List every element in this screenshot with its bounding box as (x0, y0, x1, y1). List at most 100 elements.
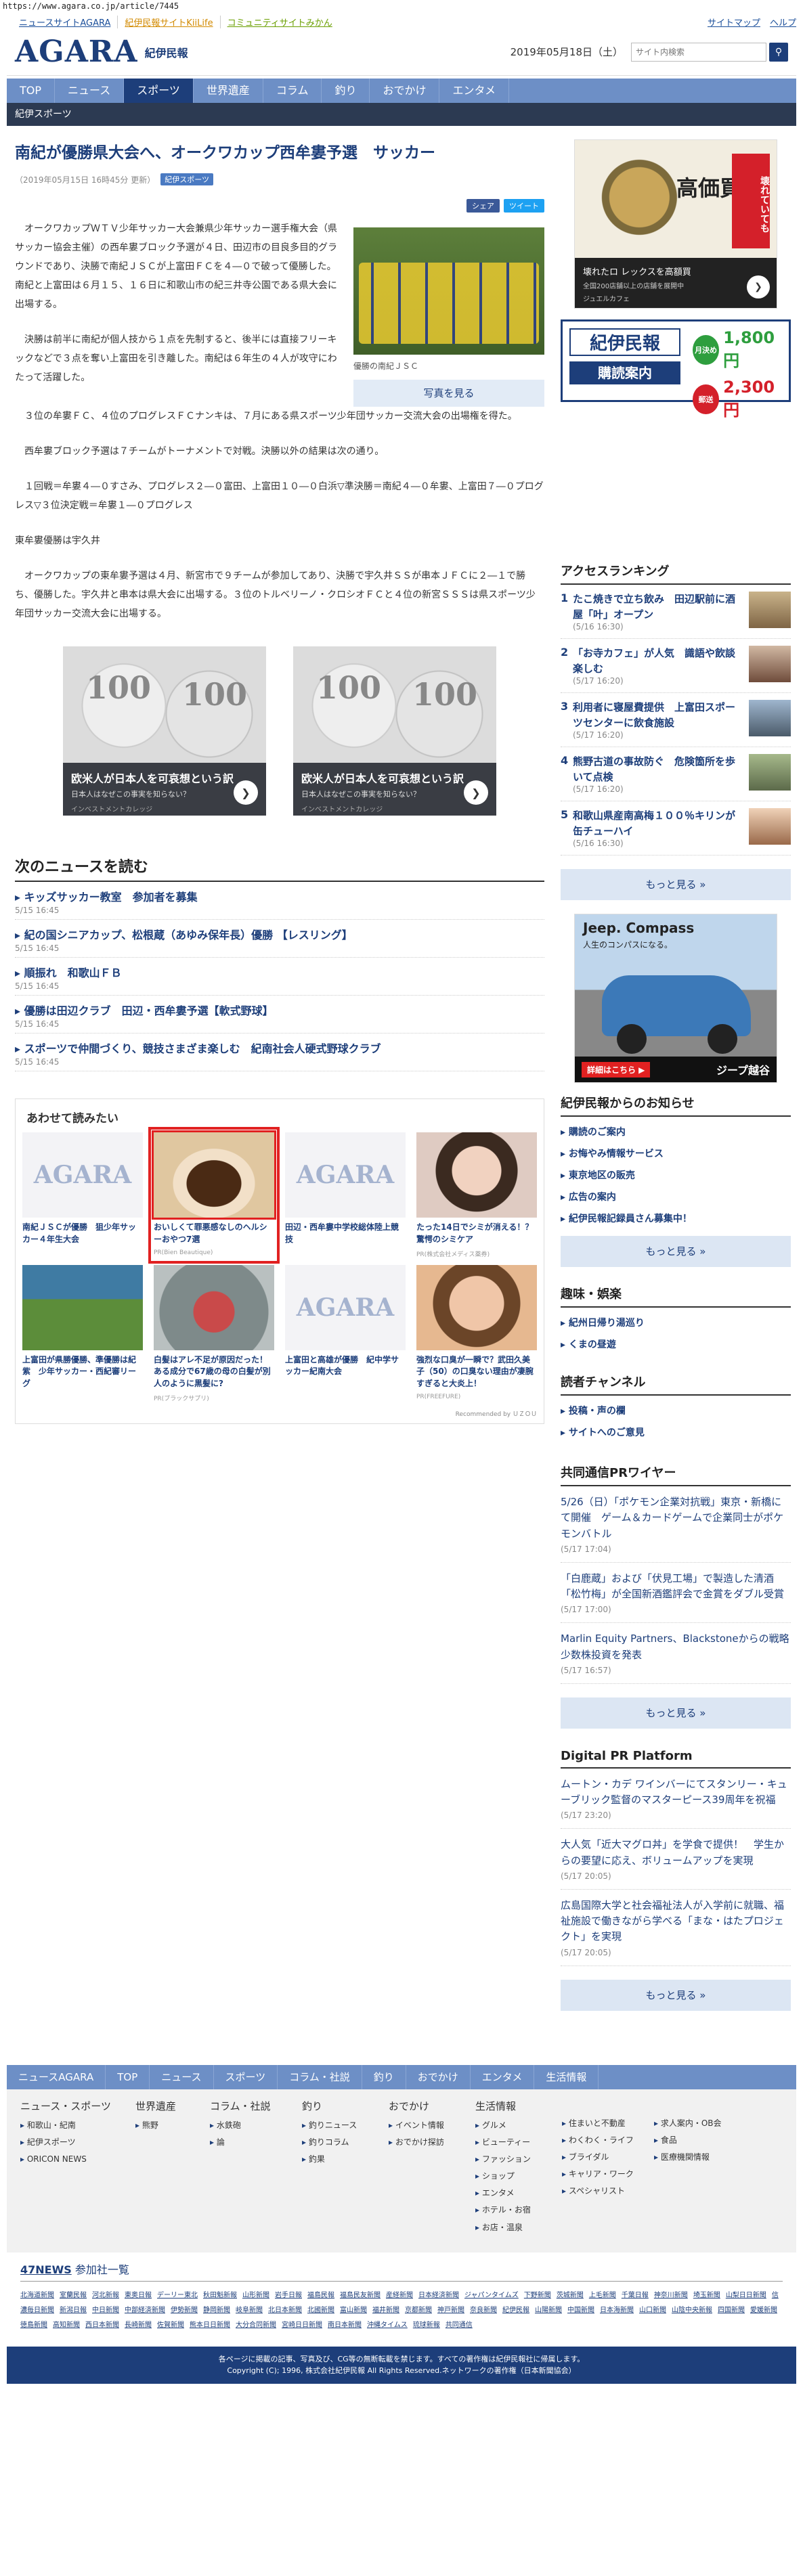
footer-link[interactable]: 論 (210, 2134, 302, 2151)
reader-link[interactable]: 投稿・声の欄 (561, 1400, 791, 1421)
paper-link[interactable]: 中部経済新聞 (125, 2307, 165, 2314)
footer-link[interactable]: キャリア・ワーク (562, 2166, 654, 2183)
footer-nav-item[interactable]: コラム・社説 (278, 2064, 362, 2089)
footer-link[interactable]: ショップ (475, 2168, 562, 2185)
notice-link[interactable]: 広告の案内 (561, 1186, 791, 1207)
paper-link[interactable]: 中日新聞 (92, 2307, 119, 2314)
footer-link[interactable]: グルメ (475, 2117, 562, 2134)
paper-link[interactable]: 山口新聞 (639, 2307, 666, 2314)
list-item[interactable]: 5/26（日）「ポケモン企業対抗戦」東京・新橋にて開催 ゲーム＆カードゲームで企… (561, 1486, 791, 1563)
list-item[interactable]: 優勝は田辺クラブ 田辺・西牟婁予選【軟式野球】5/15 16:45 (15, 996, 544, 1034)
footer-link[interactable]: 熊野 (135, 2117, 210, 2134)
list-item[interactable]: 大人気「近大マグロ丼」を学食で提供！ 学生からの要望に応え、ボリュームアップを実… (561, 1829, 791, 1890)
coin-ad[interactable]: 100 100 欧米人が日本人を可哀想という訳 日本人はなぜこの事実を知らない？… (293, 646, 496, 816)
list-item[interactable]: 広島国際大学と社会福祉法人が入学前に就職、福祉施設で働きながら学べる「まな・はた… (561, 1890, 791, 1966)
paper-link[interactable]: 北海道新聞 (20, 2292, 54, 2299)
nav-news[interactable]: ニュース (55, 79, 125, 103)
footer-nav-item[interactable]: 釣り (362, 2064, 406, 2089)
list-item[interactable]: Marlin Equity Partners、Blackstoneからの戦略少数… (561, 1623, 791, 1684)
footer-link[interactable]: 水鉄砲 (210, 2117, 302, 2134)
footer-link[interactable]: 和歌山・紀南 (20, 2117, 135, 2134)
paper-link[interactable]: 富山新聞 (340, 2307, 367, 2314)
paper-link[interactable]: 四国新聞 (718, 2307, 745, 2314)
jewel-cafe-ad[interactable]: 高価買取 壊れていても 壊れたロ レックスを高額買 全国200店舗以上の店舗を展… (574, 139, 777, 309)
nav-column[interactable]: コラム (263, 79, 322, 103)
paper-link[interactable]: 神奈川新聞 (654, 2292, 688, 2299)
jeep-ad[interactable]: Jeep. Compass 人生のコンパスになる。 詳細はこちら ▶ ジープ越谷 (574, 914, 777, 1083)
team-photo[interactable] (353, 227, 544, 355)
paper-link[interactable]: 高知新聞 (53, 2322, 80, 2329)
hobby-link[interactable]: くまの昼遊 (561, 1333, 791, 1355)
recommend-card-highlighted[interactable]: おいしくて罪悪感なしのヘルシーおやつ7選 PR(Bien Beautique) (148, 1127, 280, 1264)
paper-link[interactable]: 紀伊民報 (502, 2307, 529, 2314)
footer-link[interactable]: 食品 (654, 2132, 742, 2149)
paper-link[interactable]: 徳島新聞 (20, 2322, 47, 2329)
footer-link[interactable]: ホテル・お宿 (475, 2202, 562, 2219)
paper-link[interactable]: 大分合同新聞 (236, 2322, 276, 2329)
paper-link[interactable]: 静岡新聞 (203, 2307, 230, 2314)
subscription-ad[interactable]: 紀伊民報 購読案内 月決め 1,800円 郵送 2,300円 (561, 319, 791, 420)
paper-link[interactable]: 佐賀新聞 (157, 2322, 184, 2329)
nav-sports[interactable]: スポーツ (124, 79, 194, 103)
footer-link[interactable]: ファッション (475, 2151, 562, 2168)
digital-more-button[interactable]: もっと見る » (561, 1979, 791, 2011)
ranking-item[interactable]: 3 利用者に寝屋費提供 上富田スポーツセンターに飲食施設 (5/17 16:20) (561, 693, 791, 747)
kyodo-more-button[interactable]: もっと見る » (561, 1697, 791, 1729)
nav-outing[interactable]: おでかけ (370, 79, 440, 103)
footer-link[interactable]: 求人案内・OB会 (654, 2115, 742, 2132)
help-link[interactable]: ヘルプ (770, 18, 796, 28)
paper-link[interactable]: 岐阜新聞 (236, 2307, 263, 2314)
ranking-item[interactable]: 1 たこ焼きで立ち飲み 田辺駅前に酒屋「叶」オープン (5/16 16:30) (561, 585, 791, 639)
paper-link[interactable]: 南日本新聞 (328, 2322, 362, 2329)
recommend-card[interactable]: AGARA 南紀ＪＳＣが優勝 狙少年サッカー４年生大会 (22, 1132, 143, 1258)
footer-link[interactable]: ブライダル (562, 2149, 654, 2166)
recommend-card[interactable]: AGARA 上富田と高雄が優勝 紀中学サッカー紀南大会 (285, 1264, 406, 1402)
footer-link[interactable]: 釣りニュース (302, 2117, 389, 2134)
ranking-more-button[interactable]: もっと見る » (561, 869, 791, 900)
notice-link[interactable]: 東京地区の販売 (561, 1164, 791, 1186)
list-item[interactable]: 順振れ 和歌山ＦＢ5/15 16:45 (15, 958, 544, 996)
footer-nav-item[interactable]: TOP (106, 2064, 150, 2089)
search-button[interactable]: ⚲ (769, 42, 788, 62)
ranking-item[interactable]: 5 和歌山県産南高梅１００％キリンが缶チューハイ (5/16 16:30) (561, 801, 791, 856)
paper-link[interactable]: 北國新聞 (307, 2307, 334, 2314)
paper-link[interactable]: 北日本新聞 (268, 2307, 302, 2314)
paper-link[interactable]: 山陰中央新報 (672, 2307, 712, 2314)
recommend-card[interactable]: 上富田が県勝優勝、準優勝は紀紫 少年サッカー・西紀審リーグ (22, 1264, 143, 1402)
paper-link[interactable]: 山梨日日新聞 (726, 2292, 766, 2299)
list-item[interactable]: スポーツで仲間づくり、競技さまざま楽しむ 紀南社会人硬式野球クラブ5/15 16… (15, 1034, 544, 1072)
recommend-card[interactable]: 白髪はアレ不足が原因だった！ある成分で67歳の母の白髪が別人のように黒髪に? PR… (154, 1264, 274, 1402)
paper-link[interactable]: 日本海新聞 (600, 2307, 634, 2314)
paper-link[interactable]: 千葉日報 (622, 2292, 649, 2299)
footer-link[interactable]: わくわく・ライフ (562, 2132, 654, 2149)
paper-link[interactable]: 日本経済新聞 (418, 2292, 459, 2299)
nav-entertainment[interactable]: エンタメ (439, 79, 510, 103)
paper-link[interactable]: 沖縄タイムス (367, 2322, 408, 2329)
paper-link[interactable]: 新潟日報 (60, 2307, 87, 2314)
footer-link[interactable]: 釣りコラム (302, 2134, 389, 2151)
paper-link[interactable]: デーリー東北 (157, 2292, 198, 2299)
paper-link[interactable]: 琉球新報 (413, 2322, 440, 2329)
footer-nav-item[interactable]: おでかけ (406, 2064, 471, 2089)
list-item[interactable]: ムートン・カデ ワインバーにてスタンリー・キューブリック監督のマスターピース39… (561, 1769, 791, 1829)
twitter-tweet-button[interactable]: ツイート (504, 199, 544, 213)
facebook-share-button[interactable]: シェア (466, 199, 500, 213)
toplink-kiilife[interactable]: 紀伊民報サイトKiiLife (125, 15, 221, 28)
notice-link[interactable]: 紀伊民報記録員さん募集中！ (561, 1207, 791, 1229)
recommend-card[interactable]: AGARA 田辺・西牟婁中学校総体陸上競技 (285, 1132, 406, 1258)
paper-link[interactable]: 福島民友新聞 (340, 2292, 381, 2299)
toplink-mikan[interactable]: コミュニティサイトみかん (227, 16, 339, 28)
category-tag[interactable]: 紀伊スポーツ (160, 173, 214, 186)
footer-nav-item[interactable]: エンタメ (471, 2064, 535, 2089)
paper-link[interactable]: 茨城新聞 (557, 2292, 584, 2299)
paper-link[interactable]: 宮崎日日新聞 (282, 2322, 322, 2329)
footer-link[interactable]: ORICON NEWS (20, 2151, 135, 2168)
paper-link[interactable]: 京都新聞 (405, 2307, 432, 2314)
list-item[interactable]: 紀の国シニアカップ、松根蔵（あゆみ保年長）優勝 【レスリング】5/15 16:4… (15, 920, 544, 958)
paper-link[interactable]: 上毛新聞 (589, 2292, 616, 2299)
paper-link[interactable]: 下野新聞 (524, 2292, 551, 2299)
nav-fishing[interactable]: 釣り (322, 79, 370, 103)
paper-link[interactable]: 室蘭民報 (60, 2292, 87, 2299)
hobby-link[interactable]: 紀州日帰り湯巡り (561, 1312, 791, 1333)
paper-link[interactable]: 愛媛新聞 (750, 2307, 777, 2314)
